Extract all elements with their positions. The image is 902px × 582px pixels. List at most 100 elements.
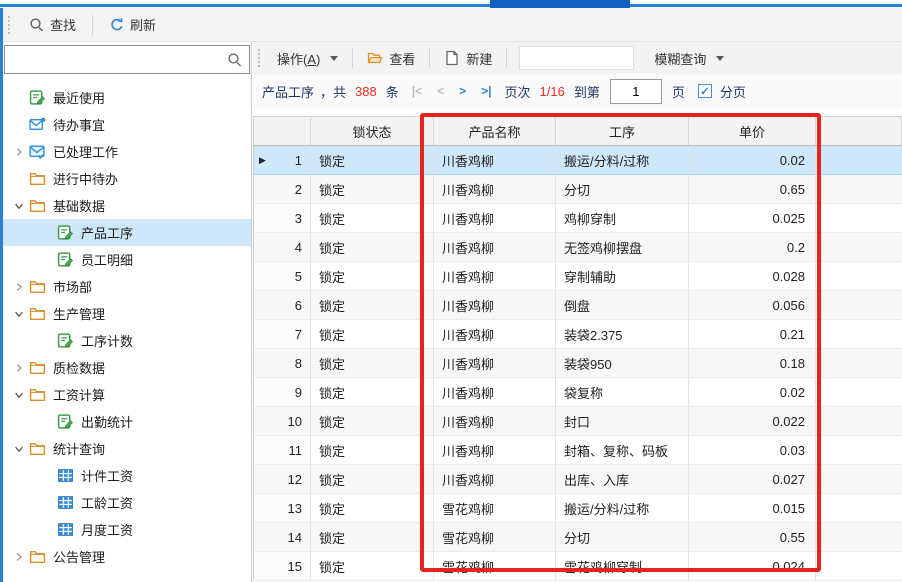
- cell-process[interactable]: 分切: [556, 175, 689, 204]
- row-number-cell[interactable]: 11: [254, 436, 311, 465]
- cell-unit-price[interactable]: 0.025: [689, 204, 816, 233]
- row-number-cell[interactable]: ▶1: [254, 146, 311, 175]
- row-number-cell[interactable]: 10: [254, 407, 311, 436]
- paging-checkbox[interactable]: ✓: [698, 84, 712, 98]
- cell-unit-price[interactable]: 0.028: [689, 262, 816, 291]
- chevron-down-icon[interactable]: [9, 387, 29, 403]
- table-row[interactable]: 15锁定雪花鸡柳雪花鸡柳穿制0.024: [254, 552, 902, 581]
- cell-product-name[interactable]: 川香鸡柳: [434, 146, 556, 175]
- cell-process[interactable]: 搬运/分料/过称: [556, 146, 689, 175]
- cell-process[interactable]: 雪花鸡柳穿制: [556, 552, 689, 581]
- action-menu-button[interactable]: 操作(A): [269, 45, 346, 72]
- table-row[interactable]: 14锁定雪花鸡柳分切0.55: [254, 523, 902, 552]
- sidebar-item-工资计算[interactable]: 工资计算: [3, 381, 251, 408]
- chevron-down-icon[interactable]: [9, 441, 29, 457]
- column-header-lock-status[interactable]: 锁状态: [311, 117, 434, 146]
- cell-process[interactable]: 袋复称: [556, 378, 689, 407]
- table-row[interactable]: 7锁定川香鸡柳装袋2.3750.21: [254, 320, 902, 349]
- chevron-right-icon[interactable]: [9, 360, 29, 376]
- table-row[interactable]: ▶1锁定川香鸡柳搬运/分料/过称0.02: [254, 146, 902, 175]
- row-number-cell[interactable]: 6: [254, 291, 311, 320]
- row-number-cell[interactable]: 13: [254, 494, 311, 523]
- chevron-down-icon[interactable]: [9, 198, 29, 214]
- row-number-cell[interactable]: 14: [254, 523, 311, 552]
- fuzzy-query-dropdown[interactable]: 模糊查询: [646, 45, 732, 72]
- find-button[interactable]: 查找: [21, 11, 84, 38]
- sidebar-item-最近使用[interactable]: 最近使用: [3, 84, 251, 111]
- column-header-process[interactable]: 工序: [556, 117, 689, 146]
- cell-product-name[interactable]: 川香鸡柳: [434, 407, 556, 436]
- cell-lock-status[interactable]: 锁定: [311, 204, 434, 233]
- last-page-button[interactable]: >|: [481, 84, 491, 98]
- cell-process[interactable]: 封口: [556, 407, 689, 436]
- chevron-right-icon[interactable]: [9, 279, 29, 295]
- cell-process[interactable]: 鸡柳穿制: [556, 204, 689, 233]
- cell-product-name[interactable]: 雪花鸡柳: [434, 494, 556, 523]
- cell-product-name[interactable]: 川香鸡柳: [434, 465, 556, 494]
- chevron-right-icon[interactable]: [9, 144, 29, 160]
- toolbar-grip-handle[interactable]: [257, 48, 261, 68]
- cell-lock-status[interactable]: 锁定: [311, 233, 434, 262]
- cell-product-name[interactable]: 川香鸡柳: [434, 291, 556, 320]
- row-number-cell[interactable]: 5: [254, 262, 311, 291]
- table-row[interactable]: 12锁定川香鸡柳出库、入库0.027: [254, 465, 902, 494]
- cell-unit-price[interactable]: 0.21: [689, 320, 816, 349]
- cell-process[interactable]: 装袋2.375: [556, 320, 689, 349]
- table-row[interactable]: 10锁定川香鸡柳封口0.022: [254, 407, 902, 436]
- cell-product-name[interactable]: 川香鸡柳: [434, 378, 556, 407]
- table-row[interactable]: 2锁定川香鸡柳分切0.65: [254, 175, 902, 204]
- cell-product-name[interactable]: 川香鸡柳: [434, 175, 556, 204]
- row-number-cell[interactable]: 7: [254, 320, 311, 349]
- cell-lock-status[interactable]: 锁定: [311, 552, 434, 581]
- sidebar-item-工序计数[interactable]: 工序计数: [3, 327, 251, 354]
- cell-unit-price[interactable]: 0.2: [689, 233, 816, 262]
- cell-unit-price[interactable]: 0.015: [689, 494, 816, 523]
- row-number-column-header[interactable]: [254, 117, 311, 146]
- row-number-cell[interactable]: 15: [254, 552, 311, 581]
- cell-lock-status[interactable]: 锁定: [311, 349, 434, 378]
- table-row[interactable]: 8锁定川香鸡柳装袋9500.18: [254, 349, 902, 378]
- goto-page-input[interactable]: [610, 79, 662, 104]
- sidebar-item-已处理工作[interactable]: 已处理工作: [3, 138, 251, 165]
- cell-lock-status[interactable]: 锁定: [311, 494, 434, 523]
- sidebar-item-公告管理[interactable]: 公告管理: [3, 543, 251, 570]
- cell-product-name[interactable]: 川香鸡柳: [434, 436, 556, 465]
- column-header-product-name[interactable]: 产品名称: [434, 117, 556, 146]
- cell-lock-status[interactable]: 锁定: [311, 436, 434, 465]
- cell-lock-status[interactable]: 锁定: [311, 320, 434, 349]
- sidebar-item-员工明细[interactable]: 员工明细: [3, 246, 251, 273]
- cell-process[interactable]: 分切: [556, 523, 689, 552]
- first-page-button[interactable]: |<: [412, 84, 422, 98]
- cell-process[interactable]: 封箱、复称、码板: [556, 436, 689, 465]
- cell-unit-price[interactable]: 0.024: [689, 552, 816, 581]
- table-row[interactable]: 6锁定川香鸡柳倒盘0.056: [254, 291, 902, 320]
- sidebar-search-input[interactable]: [9, 47, 219, 72]
- cell-product-name[interactable]: 川香鸡柳: [434, 262, 556, 291]
- cell-product-name[interactable]: 川香鸡柳: [434, 320, 556, 349]
- table-row[interactable]: 5锁定川香鸡柳穿制辅助0.028: [254, 262, 902, 291]
- row-number-cell[interactable]: 2: [254, 175, 311, 204]
- sidebar-item-市场部[interactable]: 市场部: [3, 273, 251, 300]
- sidebar-item-出勤统计[interactable]: 出勤统计: [3, 408, 251, 435]
- sidebar-item-计件工资[interactable]: 计件工资: [3, 462, 251, 489]
- sidebar-item-进行中待办[interactable]: 进行中待办: [3, 165, 251, 192]
- cell-lock-status[interactable]: 锁定: [311, 175, 434, 204]
- next-page-button[interactable]: >: [459, 84, 466, 98]
- sidebar-item-生产管理[interactable]: 生产管理: [3, 300, 251, 327]
- cell-lock-status[interactable]: 锁定: [311, 465, 434, 494]
- cell-lock-status[interactable]: 锁定: [311, 262, 434, 291]
- cell-lock-status[interactable]: 锁定: [311, 291, 434, 320]
- cell-product-name[interactable]: 川香鸡柳: [434, 233, 556, 262]
- cell-process[interactable]: 出库、入库: [556, 465, 689, 494]
- view-button[interactable]: 查看: [359, 45, 423, 72]
- cell-process[interactable]: 无签鸡柳摆盘: [556, 233, 689, 262]
- toolbar-grip-handle[interactable]: [7, 15, 11, 35]
- sidebar-item-工龄工资[interactable]: 工龄工资: [3, 489, 251, 516]
- sidebar-item-待办事宜[interactable]: 待办事宜: [3, 111, 251, 138]
- table-row[interactable]: 11锁定川香鸡柳封箱、复称、码板0.03: [254, 436, 902, 465]
- column-header-unit-price[interactable]: 单价: [689, 117, 816, 146]
- cell-product-name[interactable]: 雪花鸡柳: [434, 523, 556, 552]
- cell-unit-price[interactable]: 0.027: [689, 465, 816, 494]
- filter-input[interactable]: [519, 46, 634, 70]
- chevron-down-icon[interactable]: [9, 306, 29, 322]
